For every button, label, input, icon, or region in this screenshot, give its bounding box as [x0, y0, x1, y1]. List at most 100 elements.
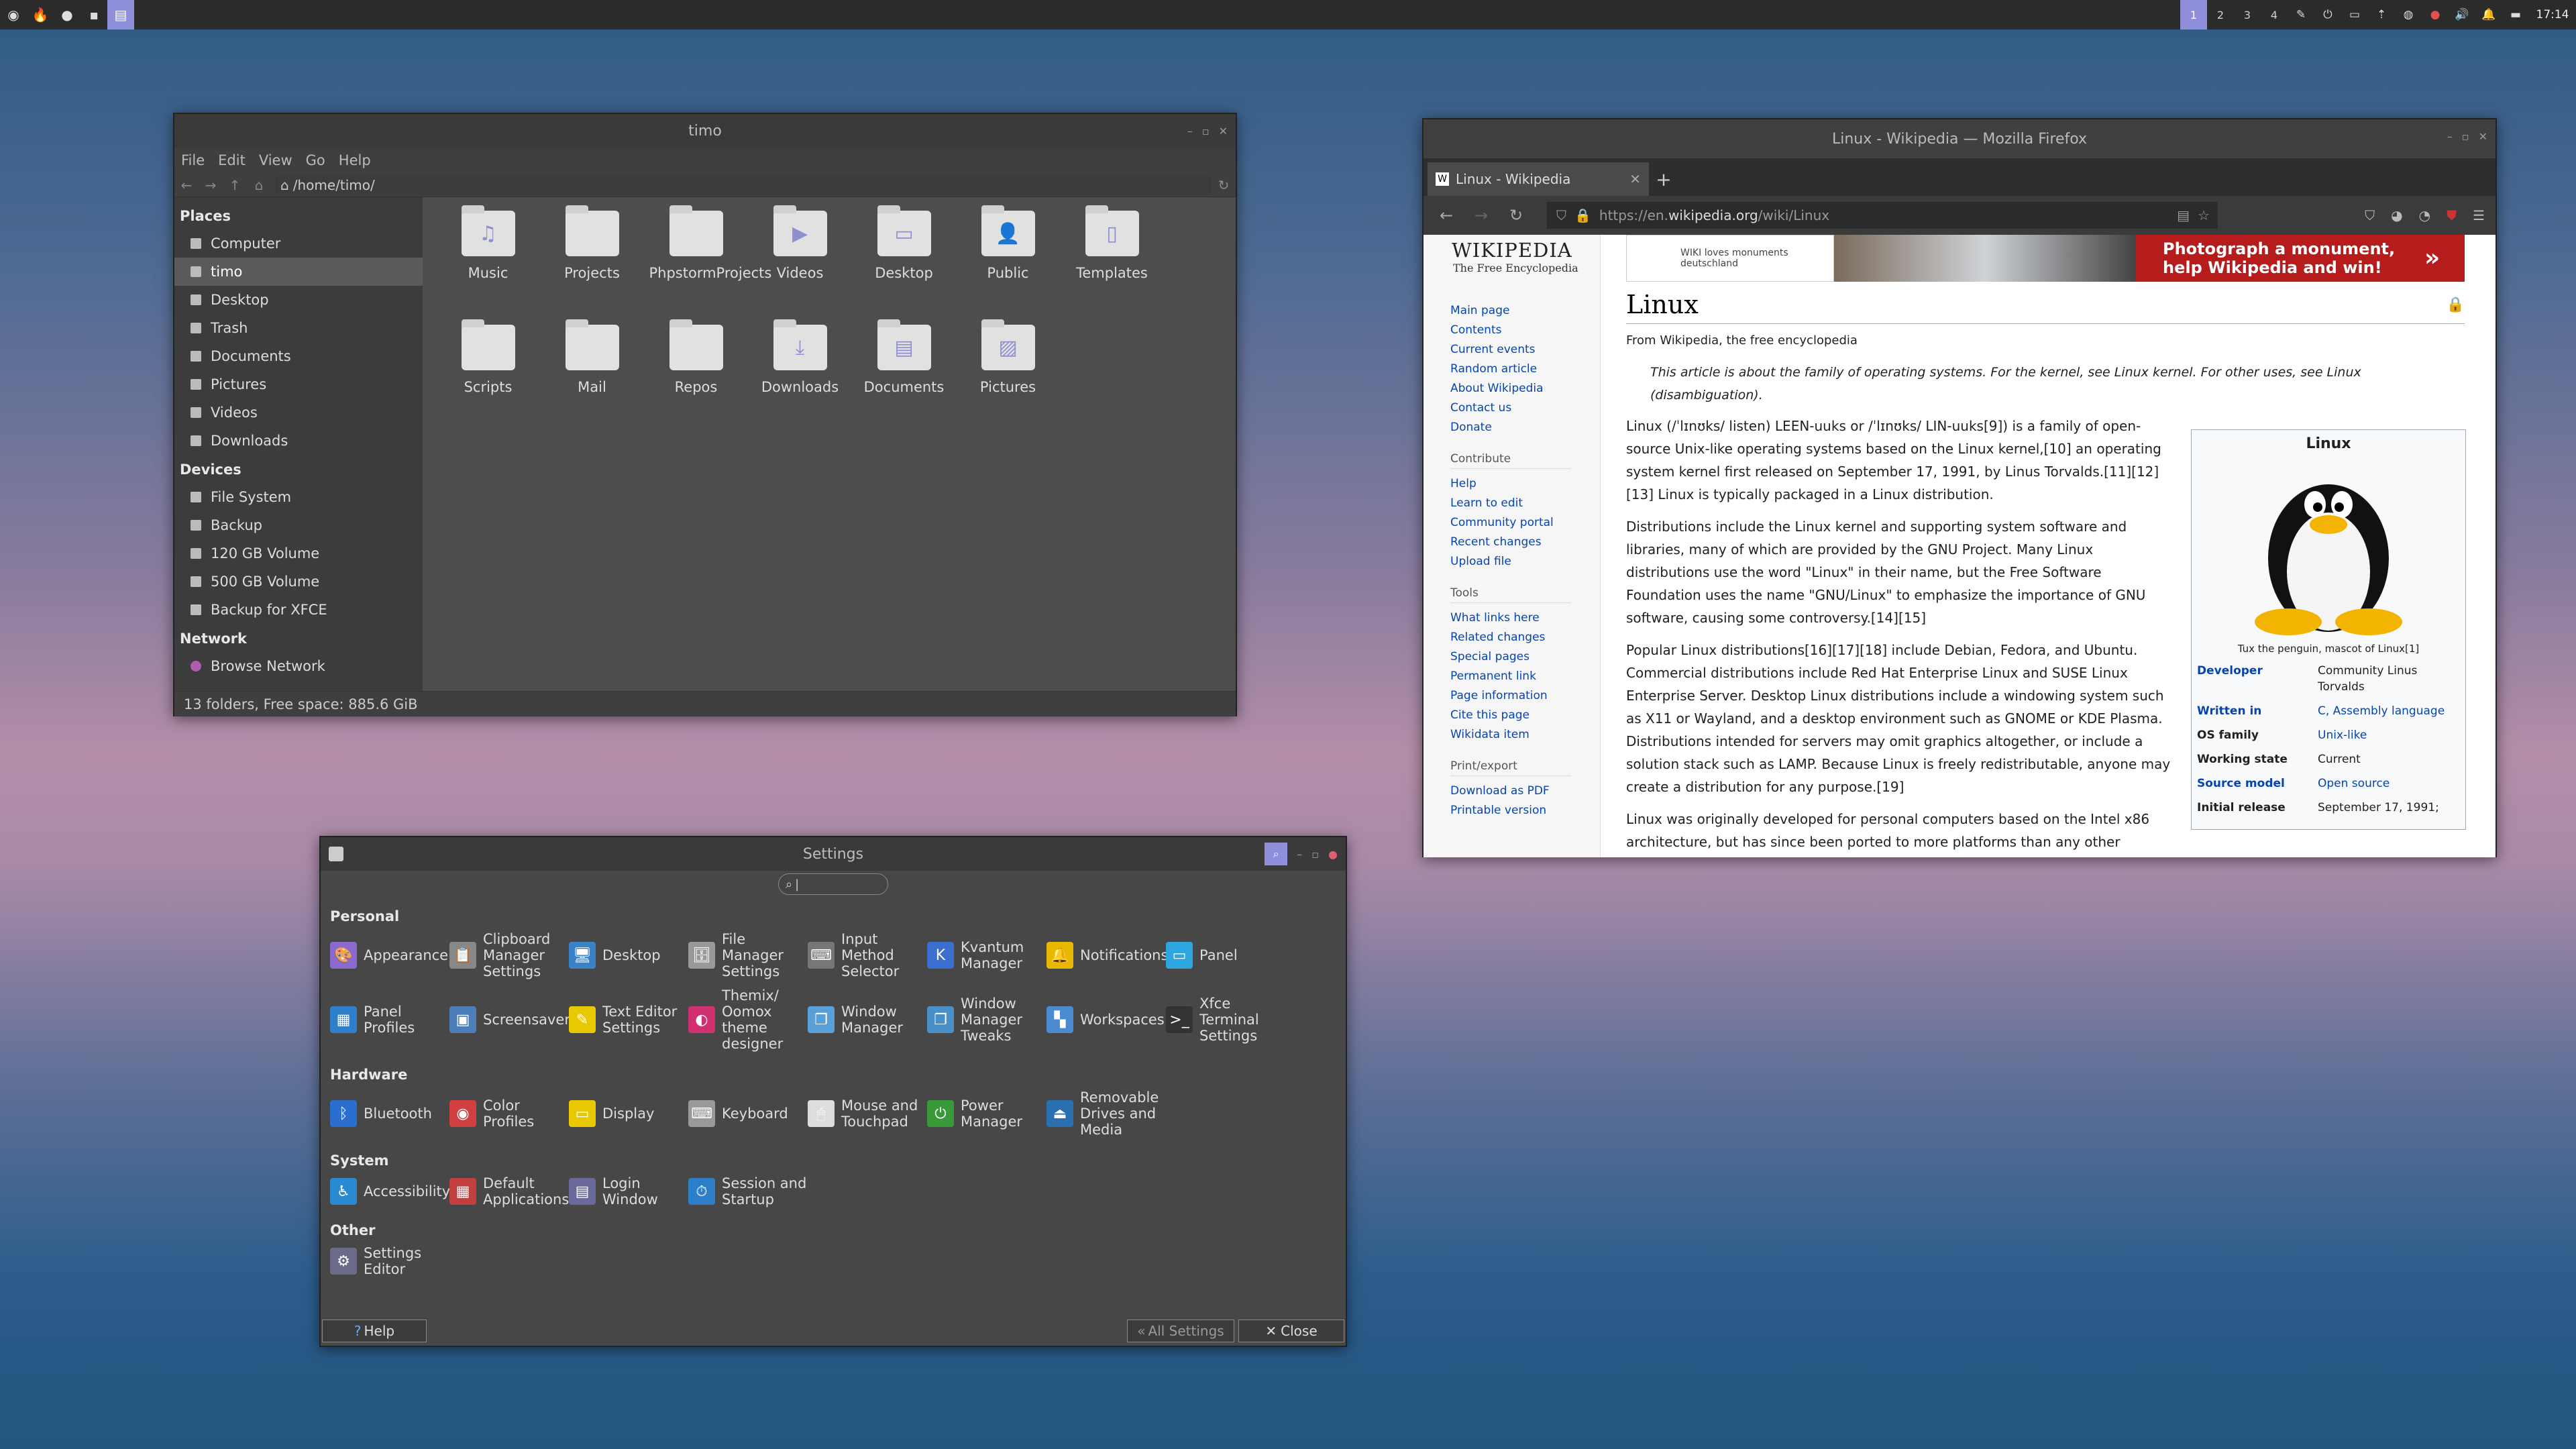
- help-button[interactable]: ? Help: [322, 1320, 427, 1342]
- menu-help[interactable]: Help: [339, 152, 371, 168]
- st-titlebar[interactable]: Settings ⌕ – ▫ ●: [321, 837, 1346, 871]
- wiki-sidebar-link[interactable]: Page information: [1450, 686, 1600, 706]
- menu-view[interactable]: View: [259, 152, 292, 168]
- forward-icon[interactable]: →: [199, 177, 223, 193]
- minimize-icon[interactable]: –: [1297, 848, 1302, 861]
- sidebar-item[interactable]: Desktop: [174, 286, 423, 314]
- folder-item[interactable]: ▶ Videos: [748, 205, 852, 325]
- menu-edit[interactable]: Edit: [218, 152, 246, 168]
- network-icon[interactable]: ▬: [2502, 0, 2529, 30]
- window-icon[interactable]: ▭: [2341, 0, 2368, 30]
- wiki-sidebar-link[interactable]: Permanent link: [1450, 667, 1600, 686]
- search-input[interactable]: ⌕ |: [778, 873, 888, 895]
- wiki-sidebar-link[interactable]: Learn to edit: [1450, 494, 1600, 513]
- wiki-sidebar-link[interactable]: Wikidata item: [1450, 725, 1600, 745]
- firefox-taskbar-icon[interactable]: ●: [54, 0, 80, 30]
- settings-item[interactable]: ⌨ Input Method Selector: [808, 927, 927, 983]
- wiki-sidebar-link[interactable]: Printable version: [1450, 801, 1600, 820]
- settings-item[interactable]: ❐ Window Manager: [808, 983, 927, 1056]
- wiki-sidebar-link[interactable]: Main page: [1450, 301, 1600, 321]
- sidebar-item[interactable]: timo: [174, 258, 423, 286]
- new-tab-icon[interactable]: +: [1649, 162, 1678, 196]
- wiki-sidebar-link[interactable]: Random article: [1450, 360, 1600, 379]
- folder-item[interactable]: PhpstormProjects: [644, 205, 771, 325]
- settings-item[interactable]: ◐ Themix/ Oomox theme designer: [688, 983, 808, 1056]
- settings-item[interactable]: 🗄 File Manager Settings: [688, 927, 808, 983]
- pen-icon[interactable]: ✎: [2288, 0, 2314, 30]
- sidebar-item[interactable]: Backup for XFCE: [174, 596, 423, 624]
- minimize-icon[interactable]: –: [1187, 125, 1193, 138]
- sidebar-item[interactable]: File System: [174, 483, 423, 511]
- volume-icon[interactable]: 🔊: [2449, 0, 2475, 30]
- settings-item[interactable]: K Kvantum Manager: [927, 927, 1046, 983]
- wiki-sidebar-link[interactable]: What links here: [1450, 608, 1600, 628]
- sidebar-item[interactable]: Videos: [174, 398, 423, 427]
- settings-item[interactable]: 📋 Clipboard Manager Settings: [449, 927, 569, 983]
- ff-titlebar[interactable]: Linux - Wikipedia — Mozilla Firefox – ▫ ✕: [1424, 119, 2496, 158]
- maximize-icon[interactable]: ▫: [2462, 130, 2469, 143]
- workspace-4[interactable]: 4: [2261, 0, 2288, 30]
- discord-icon[interactable]: ◍: [2395, 0, 2422, 30]
- sidebar-item[interactable]: Pictures: [174, 370, 423, 398]
- forward-icon[interactable]: →: [1464, 206, 1499, 225]
- settings-item[interactable]: ▦ Default Applications: [449, 1171, 569, 1212]
- menu-go[interactable]: Go: [306, 152, 325, 168]
- file-manager-taskbar-icon[interactable]: ▪: [80, 0, 107, 30]
- notification-bell-icon[interactable]: 🔔: [2475, 0, 2502, 30]
- wikipedia-logo[interactable]: Wikipedia: [1450, 239, 1600, 262]
- close-icon[interactable]: ●: [1328, 848, 1338, 861]
- settings-item[interactable]: ❐ Window Manager Tweaks: [927, 983, 1046, 1056]
- settings-item[interactable]: ▭ Panel: [1166, 927, 1285, 983]
- settings-item[interactable]: ✎ Text Editor Settings: [569, 983, 688, 1056]
- wiki-sidebar-link[interactable]: Donate: [1450, 418, 1600, 437]
- maximize-icon[interactable]: ▫: [1311, 848, 1319, 861]
- flame-icon[interactable]: 🔥: [27, 0, 54, 30]
- hamburger-menu-icon[interactable]: ☰: [2473, 207, 2485, 223]
- clock[interactable]: 17:14: [2529, 8, 2576, 21]
- settings-item[interactable]: ▭ Display: [569, 1085, 688, 1142]
- settings-item[interactable]: ⏻ Power Manager: [927, 1085, 1046, 1142]
- folder-item[interactable]: ▨ Pictures: [956, 319, 1060, 439]
- folder-item[interactable]: Mail: [540, 319, 644, 439]
- settings-taskbar-icon[interactable]: ▤: [107, 0, 134, 30]
- folder-item[interactable]: Repos: [644, 319, 748, 439]
- folder-item[interactable]: ▤ Documents: [852, 319, 956, 439]
- minimize-icon[interactable]: –: [2447, 130, 2453, 143]
- sidebar-item[interactable]: Browse Network: [174, 652, 423, 680]
- upload-icon[interactable]: ⇡: [2368, 0, 2395, 30]
- settings-item[interactable]: 🔔 Notifications: [1046, 927, 1168, 983]
- reader-icon[interactable]: ▤: [2177, 207, 2190, 223]
- settings-item[interactable]: ▣ Screensaver: [449, 983, 570, 1056]
- fm-titlebar[interactable]: timo – ▫ ✕: [174, 114, 1236, 148]
- record-icon[interactable]: ●: [2422, 0, 2449, 30]
- tab-wikipedia[interactable]: W Linux - Wikipedia ✕: [1428, 162, 1649, 196]
- wiki-sidebar-link[interactable]: Contents: [1450, 321, 1600, 340]
- sidebar-item[interactable]: Downloads: [174, 427, 423, 455]
- wiki-sidebar-link[interactable]: About Wikipedia: [1450, 379, 1600, 398]
- wiki-sidebar-link[interactable]: Download as PDF: [1450, 782, 1600, 801]
- settings-item[interactable]: ▤ Login Window: [569, 1171, 688, 1212]
- settings-item[interactable]: ▦ Panel Profiles: [330, 983, 449, 1056]
- folder-item[interactable]: Projects: [540, 205, 644, 325]
- wiki-sidebar-link[interactable]: Current events: [1450, 340, 1600, 360]
- reload-icon[interactable]: ↻: [1212, 177, 1236, 193]
- workspace-1[interactable]: 1: [2180, 0, 2207, 30]
- path-field[interactable]: ⌂/home/timo/: [275, 175, 1212, 195]
- folder-item[interactable]: ▯ Templates: [1060, 205, 1164, 325]
- all-settings-button[interactable]: «All Settings: [1127, 1320, 1234, 1342]
- wiki-sidebar-link[interactable]: Recent changes: [1450, 533, 1600, 552]
- wiki-sidebar-link[interactable]: Contact us: [1450, 398, 1600, 418]
- folder-item[interactable]: ▭ Desktop: [852, 205, 956, 325]
- settings-item[interactable]: >_ Xfce Terminal Settings: [1166, 983, 1285, 1056]
- settings-item[interactable]: ᛒ Bluetooth: [330, 1085, 449, 1142]
- wiki-sidebar-link[interactable]: Community portal: [1450, 513, 1600, 533]
- maximize-icon[interactable]: ▫: [1202, 125, 1210, 138]
- extension2-icon[interactable]: ◔: [2419, 207, 2430, 223]
- folder-item[interactable]: ⤓ Downloads: [748, 319, 852, 439]
- ublock-icon[interactable]: ⛊: [2447, 207, 2457, 223]
- settings-item[interactable]: ♿ Accessibility: [330, 1171, 450, 1212]
- pocket-icon[interactable]: ⛉: [2365, 207, 2375, 223]
- back-icon[interactable]: ←: [174, 177, 199, 193]
- settings-item[interactable]: ⏱ Session and Startup: [688, 1171, 808, 1212]
- settings-item[interactable]: 🎨 Appearance: [330, 927, 449, 983]
